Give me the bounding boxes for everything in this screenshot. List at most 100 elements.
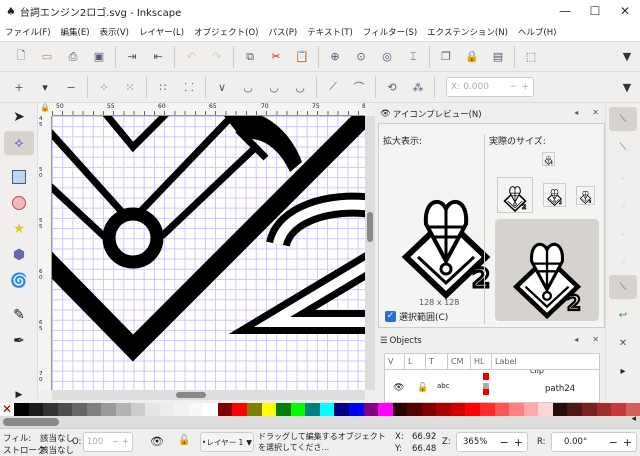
ellipse-tool-icon[interactable]	[4, 191, 34, 215]
insert-node-icon[interactable]: +	[8, 76, 30, 98]
zoom-field[interactable]: 365% − +	[456, 432, 528, 452]
checkbox-checked-icon[interactable]: ✓	[385, 311, 396, 322]
selection-checkbox[interactable]: ✓ 選択範囲(C)	[385, 310, 448, 323]
preview-16px[interactable]	[542, 152, 555, 166]
color-swatch[interactable]	[57, 403, 73, 416]
visible-eye-icon[interactable]: 👁	[393, 383, 404, 393]
palette-menu-icon[interactable]: ◂	[631, 414, 636, 424]
preview-48px[interactable]	[497, 177, 533, 213]
color-swatch[interactable]	[378, 403, 393, 416]
color-swatch[interactable]	[305, 403, 320, 416]
snap-bbox-center-icon[interactable]: ⌟	[609, 247, 637, 271]
spiral-tool-icon[interactable]: 🌀	[4, 269, 34, 293]
color-swatch[interactable]	[523, 403, 539, 416]
rotate-ccw-button[interactable]: −	[609, 436, 618, 449]
color-swatch[interactable]	[86, 403, 102, 416]
segment-curve-icon[interactable]: ⌒	[348, 76, 370, 98]
menu-edit[interactable]: 編集(E)	[61, 26, 90, 38]
x-decrement-button[interactable]: −	[510, 82, 518, 92]
color-swatch[interactable]	[232, 403, 247, 416]
no-paint-swatch[interactable]: ✕	[0, 403, 14, 416]
color-swatch[interactable]	[174, 403, 189, 416]
color-swatch[interactable]	[217, 403, 233, 416]
x-coordinate-field[interactable]: X: 0.000 − +	[446, 77, 534, 97]
zoom-in-button[interactable]: +	[514, 436, 523, 449]
color-swatch[interactable]	[363, 403, 379, 416]
cusp-node-icon[interactable]: ∨	[211, 76, 233, 98]
color-swatch[interactable]	[115, 403, 131, 416]
zoom-page-icon[interactable]: ◎	[376, 46, 398, 68]
preview-32px[interactable]	[543, 183, 566, 207]
minimize-button[interactable]: —	[550, 4, 580, 18]
color-swatch[interactable]	[494, 403, 510, 416]
pen-tool-icon[interactable]: ✒	[4, 329, 34, 353]
x-increment-button[interactable]: +	[521, 82, 529, 92]
color-swatch[interactable]	[421, 403, 437, 416]
highlight-color[interactable]	[483, 383, 489, 395]
color-swatch[interactable]	[392, 403, 408, 416]
object-to-path-icon[interactable]: ⟲	[381, 76, 403, 98]
redo-icon[interactable]: ↷	[206, 46, 228, 68]
palette-scrollbar[interactable]: ◂	[0, 414, 640, 428]
pencil-tool-icon[interactable]: ✎	[4, 303, 34, 327]
unlocked-icon[interactable]: 🔓	[417, 383, 428, 393]
clone-icon[interactable]: 🔒	[461, 46, 483, 68]
smooth-node-icon[interactable]: ◡	[237, 76, 259, 98]
fill-value[interactable]: 該当なし	[40, 432, 74, 444]
opacity-field[interactable]: 100 − +	[83, 432, 133, 452]
zoom-drawing-icon[interactable]: ⊙	[350, 46, 372, 68]
3d-box-tool-icon[interactable]: ⬢	[4, 243, 34, 267]
more-commands-icon[interactable]: ▼	[616, 46, 638, 68]
snap-path-icon[interactable]: ↩	[609, 303, 637, 327]
preview-128px[interactable]	[495, 219, 599, 321]
print-icon[interactable]: ⎙	[62, 46, 84, 68]
close-panel-icon[interactable]: ✕	[592, 108, 599, 117]
color-swatch[interactable]	[203, 403, 218, 416]
more-snap-icon[interactable]: ▸	[609, 359, 637, 383]
import-icon[interactable]: ⇥	[121, 46, 143, 68]
color-swatch[interactable]	[101, 403, 116, 416]
color-swatch[interactable]	[596, 403, 612, 416]
color-swatch[interactable]	[290, 403, 306, 416]
color-swatch[interactable]	[348, 403, 364, 416]
close-panel-icon[interactable]: ✕	[592, 335, 599, 344]
menu-help[interactable]: ヘルプ(H)	[518, 26, 557, 38]
copy-icon[interactable]: ⧉	[239, 46, 261, 68]
node-tool-icon[interactable]: ⟡	[4, 131, 34, 155]
insert-dropdown-icon[interactable]: ▾	[34, 76, 56, 98]
selector-tool-icon[interactable]: ➤	[4, 105, 34, 129]
opacity-decrement[interactable]: −	[112, 437, 119, 447]
color-swatch[interactable]	[276, 403, 291, 416]
drawing-canvas[interactable]	[52, 116, 365, 390]
menu-view[interactable]: 表示(V)	[100, 26, 129, 38]
color-swatch[interactable]	[247, 403, 262, 416]
color-swatch[interactable]	[567, 403, 582, 416]
snap-bbox-midpoint-icon[interactable]: ⌟	[609, 219, 637, 243]
object-row[interactable]: 👁 🔓 abc path24	[385, 380, 599, 398]
menu-extensions[interactable]: エクステンション(N)	[427, 26, 508, 38]
color-swatch[interactable]	[436, 403, 451, 416]
star-tool-icon[interactable]: ★	[4, 217, 34, 241]
cut-icon[interactable]: ✂	[265, 46, 287, 68]
close-button[interactable]: ✕	[610, 4, 640, 18]
vertical-scrollbar[interactable]	[365, 116, 375, 390]
object-row[interactable]: clip	[385, 370, 599, 380]
color-swatch[interactable]	[43, 403, 58, 416]
toggle-layer-lock-icon[interactable]: 🔓	[178, 435, 190, 446]
color-swatch[interactable]	[319, 403, 335, 416]
delete-segment-icon[interactable]: ⸬	[178, 76, 200, 98]
color-swatch[interactable]	[188, 403, 204, 416]
symmetric-node-icon[interactable]: ◡	[263, 76, 285, 98]
snap-bbox-edge-icon[interactable]: ⌟	[609, 163, 637, 187]
rotate-cw-button[interactable]: +	[623, 436, 632, 449]
snap-bbox-icon[interactable]: ⟍	[609, 135, 637, 159]
menu-text[interactable]: テキスト(T)	[307, 26, 353, 38]
color-swatch[interactable]	[14, 403, 29, 416]
zoom-value[interactable]: 365%	[463, 437, 500, 447]
horizontal-scrollbar[interactable]	[52, 390, 365, 400]
color-swatch[interactable]	[465, 403, 480, 416]
snap-bbox-corner-icon[interactable]: ⌟	[609, 191, 637, 215]
color-swatch[interactable]	[261, 403, 277, 416]
group-icon[interactable]: ⬚	[520, 46, 542, 68]
color-swatch[interactable]	[538, 403, 553, 416]
